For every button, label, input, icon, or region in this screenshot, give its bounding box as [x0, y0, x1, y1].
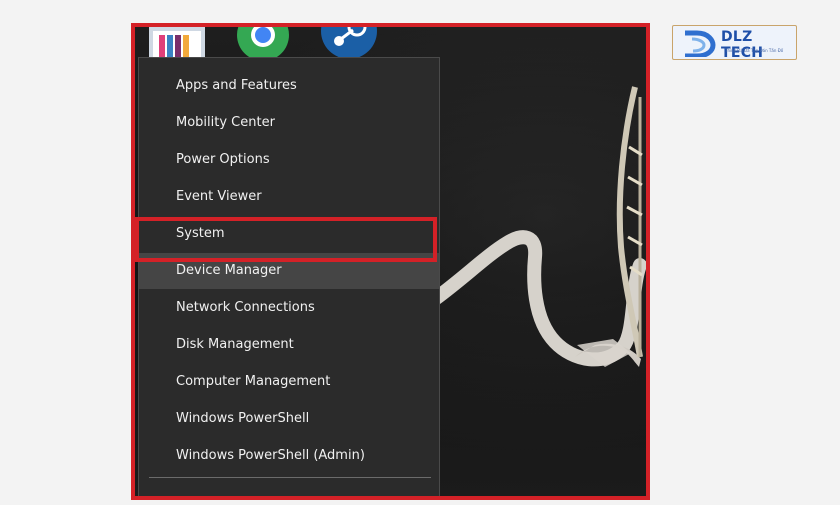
menu-separator [149, 477, 431, 478]
menu-item-mobility-center[interactable]: Mobility Center [139, 105, 439, 141]
desktop-wallpaper: Apps and Features Mobility Center Power … [135, 27, 646, 496]
menu-item-network-connections[interactable]: Network Connections [139, 290, 439, 326]
winx-context-menu: Apps and Features Mobility Center Power … [138, 57, 440, 496]
menu-item-power-options[interactable]: Power Options [139, 142, 439, 178]
screenshot-frame: Apps and Features Mobility Center Power … [131, 23, 650, 500]
app-icon [149, 27, 205, 59]
menu-item-windows-powershell-admin[interactable]: Windows PowerShell (Admin) [139, 438, 439, 474]
menu-item-apps-and-features[interactable]: Apps and Features [139, 68, 439, 104]
menu-item-device-manager[interactable]: Device Manager [139, 253, 439, 289]
logo-text: DLZ TECH [721, 29, 764, 61]
menu-item-event-viewer[interactable]: Event Viewer [139, 179, 439, 215]
menu-item-disk-management[interactable]: Disk Management [139, 327, 439, 363]
menu-item-system[interactable]: System [139, 216, 439, 252]
chrome-icon [237, 27, 289, 61]
menu-item-computer-management[interactable]: Computer Management [139, 364, 439, 400]
menu-item-windows-powershell[interactable]: Windows PowerShell [139, 401, 439, 437]
steam-icon [321, 27, 377, 59]
dlz-logo-icon [685, 30, 716, 57]
logo-tagline: Think Đà Đâ Tạp Đán Tấn Đố [725, 48, 784, 53]
dlz-tech-logo: DLZ TECH Think Đà Đâ Tạp Đán Tấn Đố [672, 25, 797, 61]
